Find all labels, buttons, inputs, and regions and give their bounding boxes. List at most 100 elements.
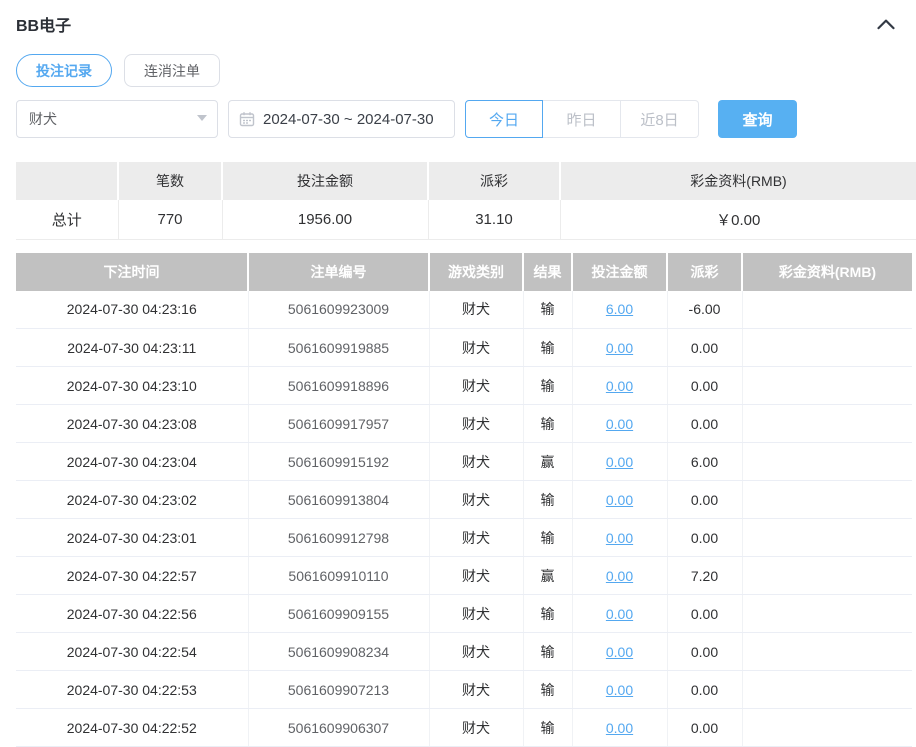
result: 输 [523,367,572,405]
table-row: 2024-07-30 04:23:045061609915192财犬赢0.006… [16,443,912,481]
betting-records-panel: BB电子 投注记录 连消注单 财犬 [0,0,916,747]
bet-time: 2024-07-30 04:23:01 [16,519,248,557]
tab-betting-records[interactable]: 投注记录 [16,54,112,87]
summary-header-row: 笔数 投注金额 派彩 彩金资料(RMB) [16,162,916,200]
bet-amount-link[interactable]: 0.00 [606,416,633,432]
result: 输 [523,329,572,367]
col-bonus: 彩金资料(RMB) [742,253,912,291]
total-bonus: ￥0.00 [560,200,916,239]
table-row: 2024-07-30 04:22:535061609907213财犬输 0.00 0… [16,671,912,709]
total-label: 总计 [16,200,118,239]
filter-bar: 财犬 2024-07-30 ~ 2024-07-30 今日 昨日 近8日 查询 [0,87,916,138]
col-order-no: 注单编号 [248,253,429,291]
game-select-value: 财犬 [29,109,57,129]
summary-col-bet-amount: 投注金额 [222,162,428,200]
order-number: 5061609919885 [248,329,429,367]
bonus-value [742,709,912,747]
payout-value: 0.00 [667,709,742,747]
order-number: 5061609906307 [248,709,429,747]
game-type: 财犬 [429,443,523,481]
game-type: 财犬 [429,671,523,709]
bet-time: 2024-07-30 04:23:02 [16,481,248,519]
bonus-value [742,481,912,519]
game-type: 财犬 [429,709,523,747]
page-title: BB电子 [16,12,71,36]
bet-amount-link[interactable]: 0.00 [606,644,633,660]
table-row: 2024-07-30 04:22:565061609909155财犬输0.000… [16,595,912,633]
date-range-picker[interactable]: 2024-07-30 ~ 2024-07-30 [228,100,455,138]
bonus-value [742,671,912,709]
summary-table: 笔数 投注金额 派彩 彩金资料(RMB) 总计 770 1956.00 31.1… [16,162,916,240]
collapse-panel-button[interactable] [876,16,896,32]
result: 输 [523,671,572,709]
payout-value: 0.00 [667,367,742,405]
bet-amount-link[interactable]: 0.00 [606,720,633,736]
game-type: 财犬 [429,329,523,367]
bet-amount-link[interactable]: 6.00 [606,301,633,317]
table-row: 2024-07-30 04:22:545061609908234财犬输0.000… [16,633,912,671]
table-row: 2024-07-30 04:23:015061609912798财犬输0.000… [16,519,912,557]
table-row: 2024-07-30 04:23:115061609919885财犬输0.000… [16,329,912,367]
order-number: 5061609915192 [248,443,429,481]
order-number: 5061609918896 [248,367,429,405]
col-game-type: 游戏类别 [429,253,523,291]
table-row: 2024-07-30 04:23:105061609918896财犬输0.000… [16,367,912,405]
quick-range-yesterday[interactable]: 昨日 [543,100,621,138]
total-payout: 31.10 [428,200,560,239]
bet-amount-link[interactable]: 0.00 [606,340,633,356]
bet-time: 2024-07-30 04:22:52 [16,709,248,747]
calendar-icon [239,111,255,127]
bet-amount-link[interactable]: 0.00 [606,568,633,584]
bet-amount-link[interactable]: 0.00 [606,454,633,470]
result: 输 [523,519,572,557]
bonus-value [742,291,912,329]
game-type: 财犬 [429,595,523,633]
payout-value: 0.00 [667,671,742,709]
bet-time: 2024-07-30 04:22:53 [16,671,248,709]
tab-cancelled-orders[interactable]: 连消注单 [124,54,220,87]
result: 输 [523,291,572,329]
summary-col-bonus: 彩金资料(RMB) [560,162,916,200]
bet-time: 2024-07-30 04:23:11 [16,329,248,367]
bet-time: 2024-07-30 04:22:57 [16,557,248,595]
payout-value: 0.00 [667,405,742,443]
bet-time: 2024-07-30 04:23:08 [16,405,248,443]
order-number: 5061609913804 [248,481,429,519]
payout-value: 0.00 [667,633,742,671]
order-number: 5061609908234 [248,633,429,671]
payout-value: 6.00 [667,443,742,481]
bonus-value [742,443,912,481]
table-row: 2024-07-30 04:23:085061609917957财犬输0.000… [16,405,912,443]
payout-value: 7.20 [667,557,742,595]
col-payout: 派彩 [667,253,742,291]
order-number: 5061609912798 [248,519,429,557]
bet-amount-link[interactable]: 0.00 [606,530,633,546]
bonus-value [742,595,912,633]
bet-amount-link[interactable]: 0.00 [606,492,633,508]
order-number: 5061609917957 [248,405,429,443]
summary-total-row: 总计 770 1956.00 31.10 ￥0.00 [16,200,916,239]
tab-bar: 投注记录 连消注单 [0,36,916,87]
bet-amount-link[interactable]: 0.00 [606,378,633,394]
bet-amount-link[interactable]: 0.00 [606,606,633,622]
game-type: 财犬 [429,481,523,519]
game-type: 财犬 [429,633,523,671]
search-button[interactable]: 查询 [718,100,797,138]
game-type: 财犬 [429,405,523,443]
result: 赢 [523,557,572,595]
bonus-value [742,329,912,367]
table-row: 2024-07-30 04:22:575061609910110财犬赢0.007… [16,557,912,595]
quick-range-today[interactable]: 今日 [465,100,543,138]
records-table: 下注时间 注单编号 游戏类别 结果 投注金额 派彩 彩金资料(RMB) 2024… [16,253,912,747]
payout-value: 0.00 [667,595,742,633]
quick-range-last8days[interactable]: 近8日 [621,100,699,138]
bonus-value [742,519,912,557]
game-type: 财犬 [429,291,523,329]
order-number: 5061609907213 [248,671,429,709]
game-select[interactable]: 财犬 [16,100,218,138]
bet-amount-link[interactable]: 0.00 [606,682,633,698]
total-bet-amount: 1956.00 [222,200,428,239]
bet-time: 2024-07-30 04:23:16 [16,291,248,329]
order-number: 5061609909155 [248,595,429,633]
col-result: 结果 [523,253,572,291]
